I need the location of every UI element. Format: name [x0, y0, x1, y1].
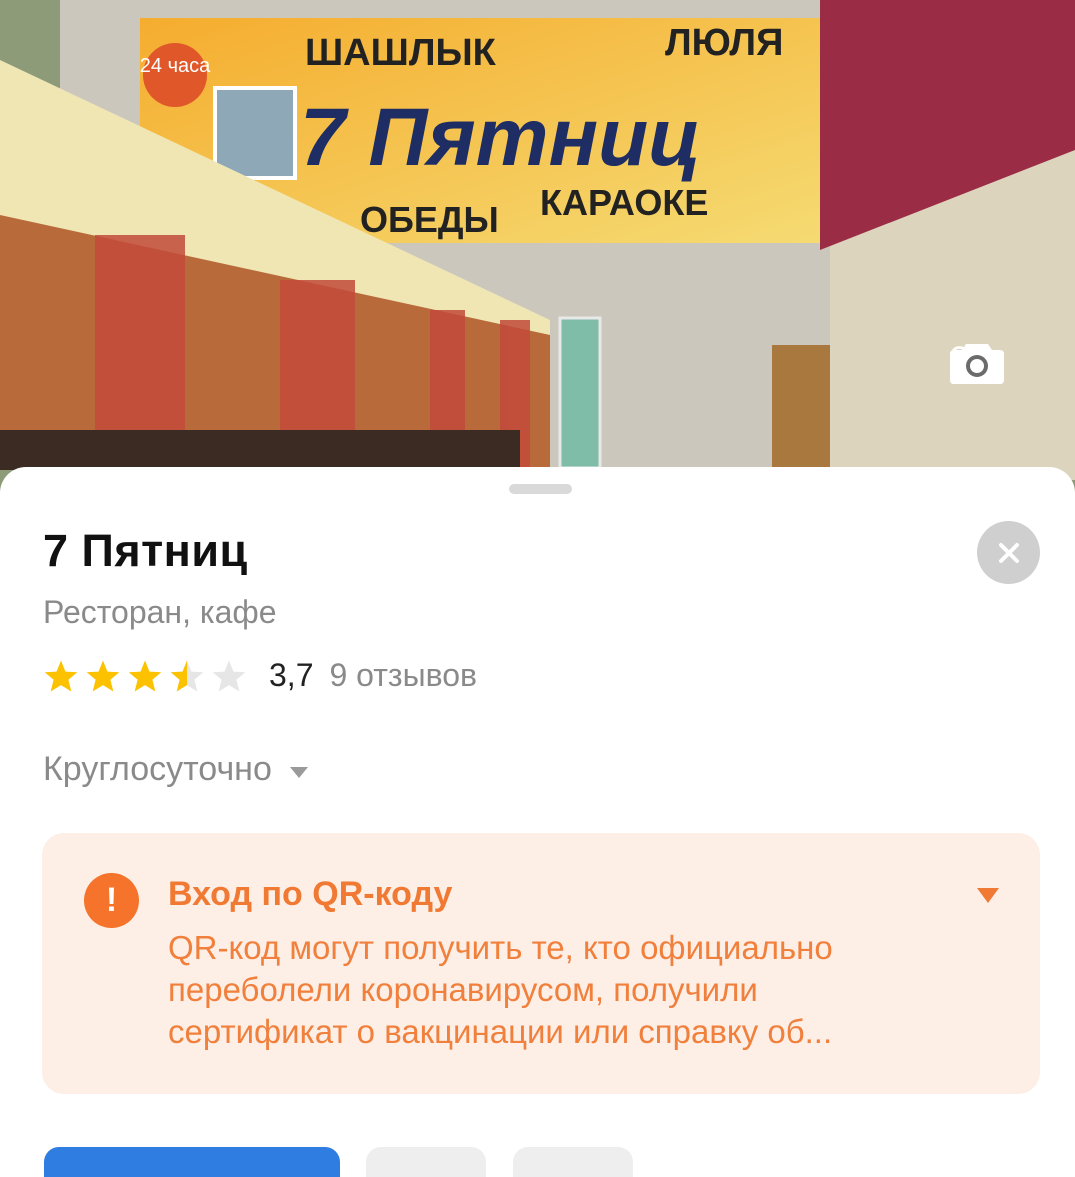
rating-stars: [43, 659, 247, 693]
star-empty-icon: [212, 659, 246, 692]
sign-top-left-text: ШАШЛЫК: [305, 32, 497, 74]
reviews-link[interactable]: 9 отзывов: [329, 657, 477, 694]
sign-bottom-right-text: КАРАОКЕ: [540, 182, 708, 223]
chevron-down-icon: [289, 767, 308, 778]
place-card: 7 Пятниц Ресторан, кафе 3,7 9 отзывов Кр…: [0, 467, 1075, 1177]
primary-action-button[interactable]: [44, 1147, 340, 1177]
rating-row[interactable]: 3,7 9 отзывов: [43, 657, 477, 694]
sign-bottom-left-text: ОБЕДЫ: [360, 199, 499, 240]
opening-hours-text: Круглосуточно: [43, 750, 272, 788]
sign-badge-text: 24 часа: [140, 55, 211, 77]
photo-illustration: 24 часа ШАШЛЫК ЛЮЛЯ 7 Пятниц ОБЕДЫ КАРАО…: [0, 0, 1075, 500]
opening-hours[interactable]: Круглосуточно: [43, 750, 308, 789]
photo-count[interactable]: 3: [950, 340, 1004, 384]
star-half-icon: [170, 659, 204, 692]
secondary-action-button[interactable]: [513, 1147, 633, 1177]
close-icon: [998, 542, 1019, 563]
star-full-icon: [86, 659, 120, 692]
place-title: 7 Пятниц: [43, 525, 248, 576]
qr-notice[interactable]: ! Вход по QR-коду QR-код могут получить …: [42, 833, 1040, 1094]
place-category: Ресторан, кафе: [43, 594, 277, 630]
place-photo[interactable]: 24 часа ШАШЛЫК ЛЮЛЯ 7 Пятниц ОБЕДЫ КАРАО…: [0, 0, 1075, 500]
sign-top-right-text: ЛЮЛЯ: [665, 22, 783, 64]
notice-text: QR-код могут получить те, кто официально…: [168, 929, 833, 1050]
star-full-icon: [128, 659, 162, 692]
expand-chevron-icon[interactable]: [977, 888, 999, 903]
notice-title: Вход по QR-коду: [168, 875, 453, 913]
camera-icon: [950, 344, 1004, 384]
sign-name-text: 7 Пятниц: [300, 92, 701, 183]
star-full-icon: [44, 659, 78, 692]
close-button[interactable]: [977, 521, 1040, 584]
secondary-action-button[interactable]: [366, 1147, 486, 1177]
drag-handle[interactable]: [509, 484, 572, 494]
rating-value: 3,7: [269, 657, 314, 693]
warning-icon: !: [84, 873, 139, 928]
